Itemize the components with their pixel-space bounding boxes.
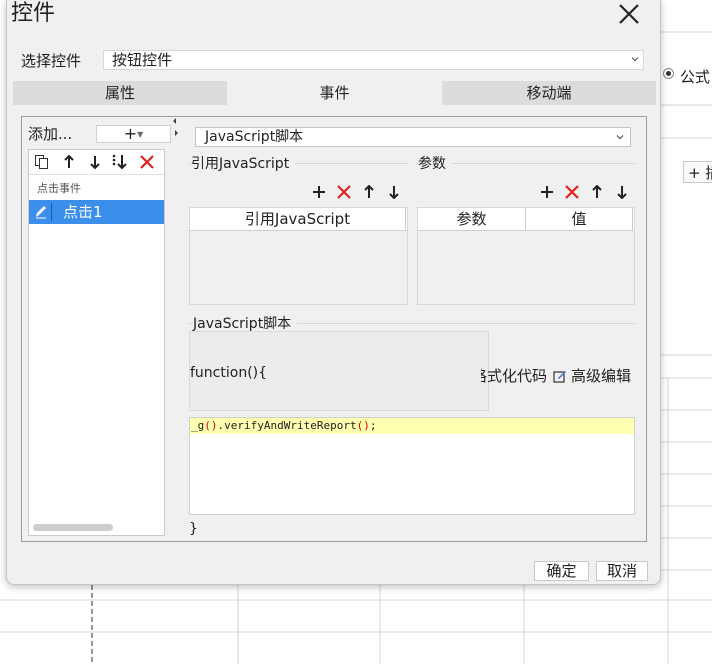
- advanced-edit-link[interactable]: 高级编辑: [553, 365, 631, 386]
- chevron-down-icon: [631, 57, 639, 62]
- column-header-param: 参数: [418, 208, 526, 230]
- plus-icon: +: [123, 124, 138, 143]
- event-item-click1[interactable]: 点击1: [29, 200, 164, 224]
- script-editor-pane: JavaScript脚本 引用JavaScript 引用JavaScript 参…: [189, 125, 638, 537]
- param-section-title: 参数: [418, 153, 452, 173]
- ref-js-table: 引用JavaScript: [189, 207, 408, 305]
- events-panel: 添加... +▼ 点击事件 点击1 JavaScript脚本 引用JavaScr…: [21, 116, 647, 542]
- tab-mobile[interactable]: 移动端: [442, 81, 656, 105]
- move-down-icon[interactable]: [86, 153, 104, 171]
- column-header-ref-js: 引用JavaScript: [190, 208, 406, 230]
- delete-icon[interactable]: [335, 183, 353, 201]
- formula-radio[interactable]: [663, 68, 674, 79]
- insert-button[interactable]: + 插: [683, 161, 712, 183]
- caret-down-icon: ▼: [137, 130, 144, 139]
- script-type-value: JavaScript脚本: [205, 129, 304, 145]
- delete-icon[interactable]: [563, 183, 581, 201]
- code-area: function(){ 格式化代码 高级编辑 _g().verifyAndWri…: [189, 331, 635, 537]
- cancel-button[interactable]: 取消: [596, 561, 648, 581]
- move-up-icon[interactable]: [360, 183, 378, 201]
- add-icon[interactable]: [310, 183, 328, 201]
- close-icon: [619, 4, 639, 24]
- script-type-select[interactable]: JavaScript脚本: [195, 127, 631, 147]
- control-select[interactable]: 按钮控件: [103, 50, 644, 70]
- advanced-edit-label: 高级编辑: [571, 367, 632, 385]
- add-event-button[interactable]: +▼: [96, 125, 171, 143]
- js-code-editor[interactable]: _g().verifyAndWriteReport();: [189, 417, 635, 515]
- formula-label: 公式: [680, 68, 711, 86]
- code-paren: (): [356, 419, 370, 432]
- param-table-header: 参数 值: [418, 208, 634, 231]
- copy-icon[interactable]: [33, 153, 51, 171]
- function-header: function(){: [190, 365, 268, 381]
- tab-bar: 属性 事件 移动端: [13, 81, 656, 105]
- delete-icon[interactable]: [138, 153, 156, 171]
- move-up-icon[interactable]: [60, 153, 78, 171]
- move-down-icon[interactable]: [385, 183, 403, 201]
- tab-events[interactable]: 事件: [227, 81, 442, 105]
- code-semicolon: ;: [369, 419, 377, 432]
- add-event-label: 添加...: [28, 125, 73, 143]
- function-closing: }: [189, 521, 198, 537]
- param-table: 参数 值: [417, 207, 635, 305]
- event-list: 点击事件 点击1: [28, 149, 165, 536]
- horizontal-scrollbar[interactable]: [33, 524, 113, 531]
- tab-properties[interactable]: 属性: [13, 81, 227, 105]
- code-line: _g().verifyAndWriteReport();: [191, 419, 376, 433]
- event-item-label: 点击1: [63, 203, 103, 221]
- move-down-icon[interactable]: [613, 183, 631, 201]
- ref-js-table-header: 引用JavaScript: [190, 208, 407, 231]
- event-group-label: 点击事件: [37, 182, 81, 195]
- edit-icon: [553, 371, 566, 383]
- close-button[interactable]: [617, 0, 641, 28]
- ref-section-title: 引用JavaScript: [191, 153, 296, 173]
- code-prefix: _g: [191, 419, 205, 432]
- control-dialog: 控件 选择控件 按钮控件 属性 事件 移动端 添加... +▼ 点击事件 点击1…: [6, 0, 661, 585]
- code-paren: (): [204, 419, 218, 432]
- select-control-label: 选择控件: [21, 52, 82, 70]
- column-header-value: 值: [526, 208, 633, 230]
- code-method: .verifyAndWriteReport: [217, 419, 357, 432]
- ok-button[interactable]: 确定: [534, 561, 589, 581]
- move-bottom-icon[interactable]: [111, 153, 129, 171]
- add-icon[interactable]: [538, 183, 556, 201]
- dialog-title: 控件: [11, 1, 56, 26]
- event-list-toolbar: [29, 150, 164, 175]
- move-up-icon[interactable]: [588, 183, 606, 201]
- chevron-down-icon: [616, 135, 624, 140]
- script-section-title: JavaScript脚本: [193, 313, 298, 333]
- control-select-value: 按钮控件: [112, 51, 173, 69]
- format-code-link[interactable]: 格式化代码: [481, 365, 547, 386]
- panel-splitter[interactable]: [172, 117, 180, 141]
- pencil-icon: [33, 203, 52, 221]
